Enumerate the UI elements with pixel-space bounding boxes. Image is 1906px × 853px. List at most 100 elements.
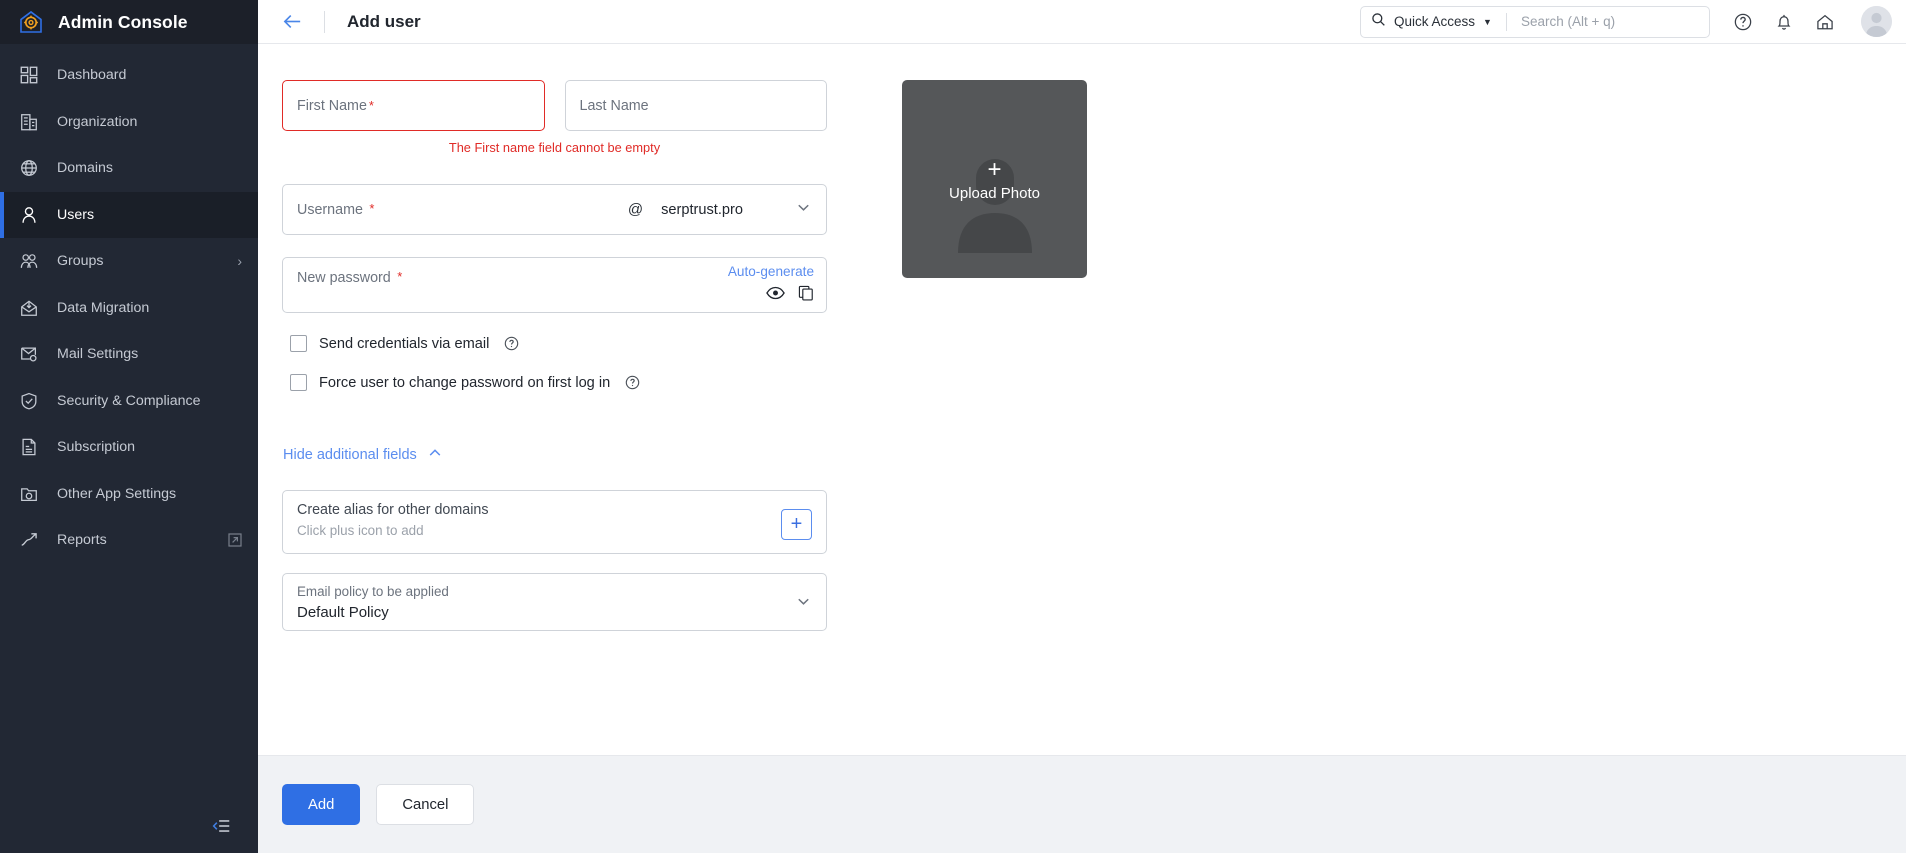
- sidebar-item-label: Data Migration: [57, 299, 150, 316]
- dashboard-grid-icon: [18, 64, 40, 86]
- last-name-field[interactable]: Last Name: [564, 80, 827, 131]
- chevron-down-icon[interactable]: ▼: [1483, 17, 1492, 27]
- chevron-down-icon[interactable]: [795, 199, 812, 221]
- add-alias-button[interactable]: +: [781, 509, 812, 540]
- chevron-right-icon: ›: [237, 253, 242, 270]
- admin-house-gear-logo-icon: [18, 9, 44, 35]
- folder-gear-icon: [18, 483, 40, 505]
- force-password-change-label: Force user to change password on first l…: [319, 374, 611, 391]
- last-name-placeholder: Last Name: [579, 97, 649, 114]
- password-field[interactable]: New password * Auto-generate: [282, 257, 827, 313]
- force-password-change-checkbox[interactable]: [290, 374, 307, 391]
- password-placeholder: New password: [297, 270, 391, 286]
- name-row: First Name * Last Name: [282, 80, 827, 131]
- sidebar-item-reports[interactable]: Reports: [0, 517, 258, 564]
- search-input[interactable]: [1520, 14, 1699, 29]
- globe-icon: [18, 157, 40, 179]
- search-icon: [1371, 12, 1386, 32]
- alias-field[interactable]: Create alias for other domains Click plu…: [282, 490, 827, 554]
- back-arrow-icon[interactable]: [280, 10, 304, 34]
- chevron-up-icon: [427, 445, 443, 465]
- toggle-additional-fields-button[interactable]: Hide additional fields: [282, 445, 443, 465]
- email-policy-field[interactable]: Email policy to be applied Default Polic…: [282, 573, 827, 631]
- send-credentials-label: Send credentials via email: [319, 335, 490, 352]
- chevron-down-icon[interactable]: [795, 593, 812, 615]
- quick-access-label[interactable]: Quick Access: [1394, 14, 1475, 29]
- at-symbol: @: [627, 201, 644, 218]
- alias-title: Create alias for other domains: [297, 502, 489, 518]
- building-icon: [18, 111, 40, 133]
- brand-header: Admin Console: [0, 0, 258, 44]
- help-icon[interactable]: [1732, 11, 1753, 32]
- topbar-divider: [324, 10, 325, 33]
- shield-check-icon: [18, 390, 40, 412]
- sidebar-item-domains[interactable]: Domains: [0, 145, 258, 192]
- toggle-additional-fields-label: Hide additional fields: [283, 447, 417, 463]
- app-root: Admin Console Dashboard Organization Dom…: [0, 0, 1906, 853]
- eye-icon[interactable]: [766, 286, 785, 305]
- sidebar-item-subscription[interactable]: Subscription: [0, 424, 258, 471]
- username-placeholder: Username: [297, 201, 363, 218]
- page-title: Add user: [347, 11, 421, 31]
- auto-generate-button[interactable]: Auto-generate: [728, 264, 814, 279]
- sidebar-item-label: Subscription: [57, 439, 136, 456]
- mail-gear-icon: [18, 343, 40, 365]
- email-policy-label: Email policy to be applied: [297, 583, 449, 599]
- sidebar-nav: Dashboard Organization Domains Users Gro…: [0, 44, 258, 853]
- search-bar[interactable]: Quick Access ▼: [1360, 5, 1710, 38]
- sidebar-item-dashboard[interactable]: Dashboard: [0, 52, 258, 99]
- alias-hint: Click plus icon to add: [297, 523, 424, 538]
- sidebar: Admin Console Dashboard Organization Dom…: [0, 0, 258, 853]
- email-policy-value: Default Policy: [297, 603, 389, 621]
- required-marker: *: [397, 269, 403, 284]
- notification-bell-icon[interactable]: [1773, 11, 1794, 32]
- domain-selector[interactable]: @ serptrust.pro: [628, 199, 812, 221]
- invoice-icon: [18, 436, 40, 458]
- sidebar-item-organization[interactable]: Organization: [0, 99, 258, 146]
- upload-photo-button[interactable]: + Upload Photo: [902, 80, 1087, 278]
- form-action-bar: Add Cancel: [258, 755, 1906, 853]
- photo-column: + Upload Photo: [902, 80, 1087, 755]
- force-password-change-row[interactable]: Force user to change password on first l…: [282, 374, 827, 391]
- users-group-icon: [18, 250, 40, 272]
- help-circle-icon[interactable]: [625, 375, 640, 390]
- send-credentials-checkbox[interactable]: [290, 335, 307, 352]
- add-button[interactable]: Add: [282, 784, 361, 825]
- sidebar-item-users[interactable]: Users: [0, 191, 258, 238]
- sidebar-item-label: Dashboard: [57, 67, 127, 84]
- sidebar-item-security-compliance[interactable]: Security & Compliance: [0, 378, 258, 425]
- cancel-button[interactable]: Cancel: [376, 784, 475, 825]
- password-actions: Auto-generate: [728, 264, 814, 306]
- domain-value: serptrust.pro: [661, 201, 743, 218]
- copy-icon[interactable]: [798, 285, 814, 306]
- sidebar-item-data-migration[interactable]: Data Migration: [0, 285, 258, 332]
- topbar: Add user Quick Access ▼: [258, 0, 1906, 44]
- content-area: First Name * Last Name The First name fi…: [258, 44, 1906, 755]
- external-link-icon: [228, 533, 242, 547]
- sidebar-item-label: Mail Settings: [57, 346, 139, 363]
- sidebar-item-mail-settings[interactable]: Mail Settings: [0, 331, 258, 378]
- first-name-error: The First name field cannot be empty: [448, 140, 661, 155]
- upload-photo-label: Upload Photo: [949, 185, 1040, 202]
- username-field[interactable]: Username * @ serptrust.pro: [282, 184, 827, 235]
- first-name-field[interactable]: First Name *: [282, 80, 545, 131]
- sidebar-item-other-app-settings[interactable]: Other App Settings: [0, 471, 258, 518]
- sidebar-item-label: Users: [57, 206, 95, 223]
- sidebar-item-label: Organization: [57, 113, 138, 130]
- plus-icon: +: [987, 156, 1002, 183]
- user-avatar[interactable]: [1861, 6, 1892, 37]
- sidebar-item-label: Domains: [57, 160, 113, 177]
- user-icon: [18, 204, 40, 226]
- help-circle-icon[interactable]: [504, 336, 519, 351]
- home-icon[interactable]: [1814, 11, 1835, 32]
- sidebar-item-groups[interactable]: Groups ›: [0, 238, 258, 285]
- collapse-sidebar-icon[interactable]: [208, 813, 234, 839]
- first-name-placeholder: First Name: [297, 97, 367, 114]
- password-icon-row: [766, 285, 814, 306]
- required-marker: *: [368, 98, 374, 113]
- send-credentials-row[interactable]: Send credentials via email: [282, 335, 827, 352]
- main-area: Add user Quick Access ▼ Search (Alt + q)…: [258, 0, 1906, 853]
- brand-title: Admin Console: [58, 11, 188, 32]
- sidebar-item-label: Reports: [57, 532, 107, 549]
- mail-download-icon: [18, 297, 40, 319]
